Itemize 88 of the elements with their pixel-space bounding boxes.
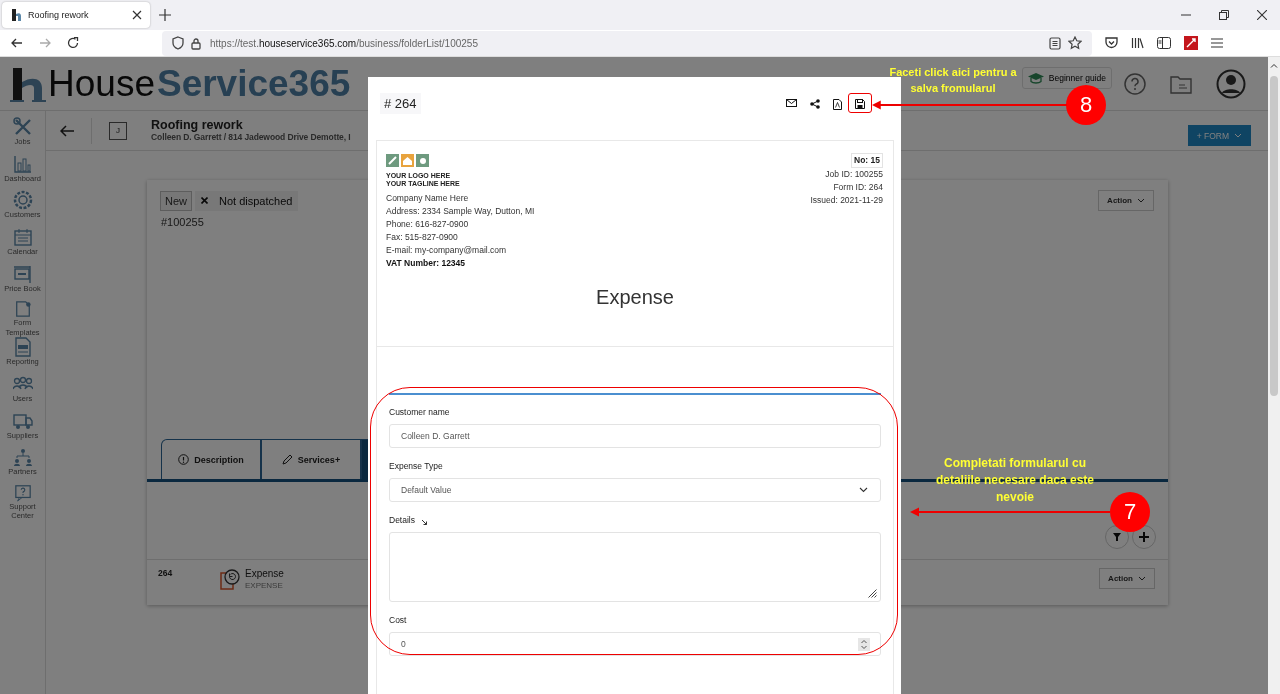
company-detail: E-mail: my-company@mail.com: [386, 244, 508, 257]
chevron-down-icon: [859, 487, 868, 493]
job-title: Roofing rework: [151, 118, 244, 133]
field-label: Customer name: [389, 407, 450, 417]
back-arrow-icon[interactable]: [60, 124, 74, 137]
logo-tiles-icon: [386, 153, 429, 167]
favicon-icon: [10, 8, 22, 22]
document-detail: Issued: 2021-11-29: [810, 193, 883, 207]
document-detail: Form ID: 264: [833, 180, 883, 194]
close-icon[interactable]: [1257, 10, 1267, 20]
select-field[interactable]: Default Value: [389, 478, 881, 502]
scroll-up-icon: [1270, 63, 1278, 68]
dispatch-status-badge: Not dispatched: [195, 190, 299, 211]
text-field[interactable]: Colleen D. Garrett: [389, 424, 881, 448]
company-detail: Company Name Here: [386, 192, 470, 205]
resize-handle-icon: [868, 589, 877, 598]
star-icon[interactable]: [1068, 36, 1082, 50]
action-button[interactable]: Action: [1098, 190, 1154, 211]
form-number-label: # 264: [380, 93, 421, 114]
shield-icon: [172, 36, 184, 50]
reload-icon[interactable]: [67, 37, 79, 49]
field-label: Expense Type: [389, 461, 443, 471]
status-badge: New: [160, 190, 192, 211]
menu-icon[interactable]: [1211, 38, 1223, 48]
number-field[interactable]: 0: [389, 632, 881, 656]
library-icon[interactable]: [1131, 37, 1144, 49]
bar-chart-icon: [12, 153, 33, 174]
logo-icon: [10, 66, 46, 102]
cross-icon: [201, 197, 208, 204]
form-history-icon: [220, 568, 240, 590]
caret-icon: [1234, 133, 1242, 138]
sidebar-icon[interactable]: [1157, 37, 1171, 49]
price-sign-icon: [12, 263, 33, 284]
pocket-icon[interactable]: [1105, 37, 1118, 49]
question-box-icon: [12, 483, 33, 502]
reader-view-icon[interactable]: [1049, 36, 1061, 50]
job-type-badge: J: [109, 121, 127, 140]
form-heading: Expense: [377, 286, 893, 347]
lock-icon: [191, 36, 201, 50]
callout-text: Faceti click aici pentru a salva fromularul: [888, 65, 1018, 96]
job-number: #100255: [161, 216, 204, 228]
company-detail: Phone: 616-827-0900: [386, 218, 470, 231]
new-tab-icon[interactable]: [159, 9, 171, 21]
form-number: 264: [158, 568, 174, 578]
document-detail: Job ID: 100255: [825, 167, 883, 181]
action-button[interactable]: Action: [1099, 568, 1155, 589]
scrollbar[interactable]: [1268, 57, 1280, 694]
address-bar[interactable]: https://test.houseservice365.com/business/folderList/100255: [162, 30, 1092, 56]
document-number: No: 15: [851, 152, 883, 168]
company-detail: Fax: 515-827-0900: [386, 231, 459, 244]
caret-icon: [1137, 198, 1145, 203]
company-detail: Address: 2334 Sample Way, Dutton, MI: [386, 205, 535, 218]
spinner-icon[interactable]: [858, 637, 870, 651]
back-icon[interactable]: [11, 37, 23, 49]
pdf-icon[interactable]: [833, 99, 842, 110]
close-icon[interactable]: [132, 10, 142, 20]
pencil-icon: [281, 454, 293, 465]
job-address: Colleen D. Garrett / 814 Jadewood Drive Demotte, I: [151, 132, 351, 143]
email-icon[interactable]: [786, 99, 797, 107]
info-icon: [178, 454, 190, 465]
restore-icon[interactable]: [1219, 10, 1229, 20]
graduation-cap-icon: [1027, 71, 1044, 84]
form-type: EXPENSE: [245, 581, 284, 590]
browser-tab[interactable]: Roofing rework: [2, 2, 150, 28]
form-name[interactable]: Expense: [245, 568, 284, 579]
logo-text: House: [48, 65, 155, 102]
field-label: Cost: [389, 615, 407, 625]
tab[interactable]: Services+: [261, 439, 361, 479]
tools-icon: [12, 117, 33, 137]
save-icon[interactable]: [855, 99, 865, 109]
calendar-icon: [12, 227, 33, 248]
caret-icon: [1138, 576, 1146, 581]
field-label: Details: [389, 515, 415, 525]
tab[interactable]: Description: [161, 439, 261, 479]
extension-icon[interactable]: [1184, 36, 1198, 50]
report-icon: [12, 337, 33, 358]
logo-text: Service365: [156, 65, 351, 102]
avatar-icon[interactable]: [1216, 68, 1246, 99]
scrollbar-thumb[interactable]: [1270, 76, 1278, 396]
gear-icon: [12, 190, 33, 211]
share-icon[interactable]: [810, 99, 820, 109]
resize-arrow-icon: [421, 518, 428, 525]
add-form-button[interactable]: + FORM: [1187, 125, 1251, 146]
vat-number: VAT Number: 12345: [386, 257, 467, 270]
highlight-box: [848, 93, 872, 113]
people-tree-icon: [12, 447, 33, 468]
guide-button[interactable]: Beginner guide: [1021, 66, 1112, 89]
help-icon[interactable]: [1124, 72, 1146, 95]
